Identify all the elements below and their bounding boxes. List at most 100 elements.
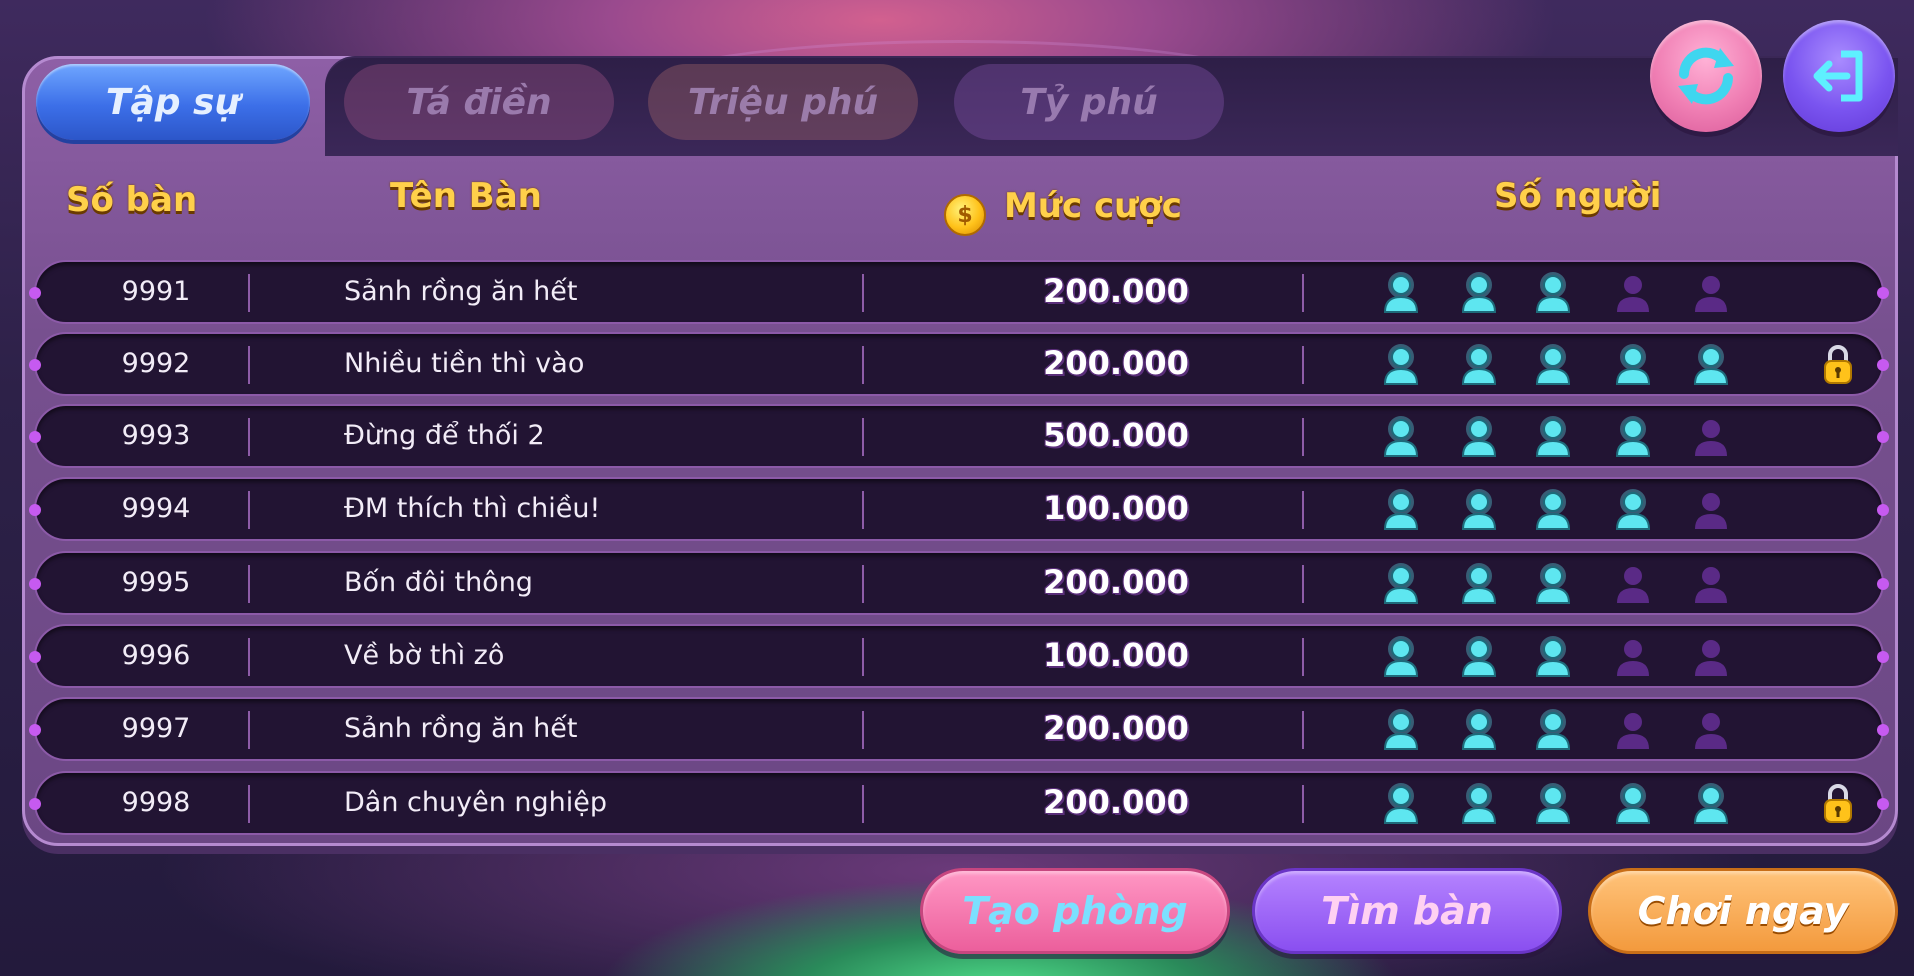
tab-ta-dien[interactable]: Tá điền bbox=[344, 64, 614, 140]
exit-button[interactable] bbox=[1783, 20, 1895, 132]
bet-amount: 200.000 bbox=[1043, 783, 1189, 821]
table-row[interactable]: 9994 ĐM thích thì chiều! 100.000 bbox=[29, 477, 1889, 541]
table-row[interactable]: 9993 Đừng để thối 2 500.000 bbox=[29, 404, 1889, 468]
player-empty-icon bbox=[1686, 412, 1736, 462]
column-divider bbox=[1302, 565, 1304, 603]
column-divider bbox=[862, 418, 864, 456]
column-divider bbox=[248, 638, 250, 676]
player-filled-icon bbox=[1528, 632, 1578, 682]
player-empty-icon bbox=[1608, 268, 1658, 318]
column-divider bbox=[248, 565, 250, 603]
table-name: Đừng để thối 2 bbox=[344, 420, 545, 451]
player-filled-icon bbox=[1454, 412, 1504, 462]
create-room-button[interactable]: Tạo phòng bbox=[920, 868, 1230, 954]
row-dot-right bbox=[1877, 798, 1889, 810]
player-slots bbox=[1376, 340, 1796, 392]
column-divider bbox=[862, 638, 864, 676]
row-dot-left bbox=[29, 287, 41, 299]
column-divider bbox=[248, 274, 250, 312]
row-dot-left bbox=[29, 651, 41, 663]
table-number: 9998 bbox=[121, 787, 191, 818]
column-divider bbox=[248, 346, 250, 384]
row-dot-right bbox=[1877, 578, 1889, 590]
player-filled-icon bbox=[1528, 340, 1578, 390]
player-filled-icon bbox=[1528, 485, 1578, 535]
column-divider bbox=[862, 565, 864, 603]
header-bet-amount: Mức cược bbox=[1004, 186, 1182, 226]
player-slots bbox=[1376, 485, 1796, 537]
table-name: ĐM thích thì chiều! bbox=[344, 493, 601, 524]
player-empty-icon bbox=[1686, 632, 1736, 682]
bet-amount: 200.000 bbox=[1043, 344, 1189, 382]
refresh-icon bbox=[1678, 47, 1734, 105]
player-filled-icon bbox=[1376, 779, 1426, 829]
player-filled-icon bbox=[1454, 268, 1504, 318]
player-filled-icon bbox=[1528, 559, 1578, 609]
header-table-number: Số bàn bbox=[66, 180, 198, 220]
column-divider bbox=[1302, 418, 1304, 456]
player-filled-icon bbox=[1376, 412, 1426, 462]
player-slots bbox=[1376, 632, 1796, 684]
column-divider bbox=[862, 711, 864, 749]
column-divider bbox=[862, 346, 864, 384]
player-filled-icon bbox=[1376, 485, 1426, 535]
player-filled-icon bbox=[1454, 559, 1504, 609]
player-filled-icon bbox=[1686, 779, 1736, 829]
table-row[interactable]: 9991 Sảnh rồng ăn hết 200.000 bbox=[29, 260, 1889, 324]
row-dot-left bbox=[29, 359, 41, 371]
player-filled-icon bbox=[1528, 705, 1578, 755]
player-empty-icon bbox=[1686, 559, 1736, 609]
bet-amount: 200.000 bbox=[1043, 272, 1189, 310]
lock-icon bbox=[1822, 344, 1854, 386]
row-dot-right bbox=[1877, 359, 1889, 371]
table-number: 9993 bbox=[121, 420, 191, 451]
column-divider bbox=[248, 418, 250, 456]
player-filled-icon bbox=[1528, 412, 1578, 462]
player-filled-icon bbox=[1376, 705, 1426, 755]
play-now-button[interactable]: Chơi ngay bbox=[1588, 868, 1898, 954]
table-row[interactable]: 9995 Bốn đôi thông 200.000 bbox=[29, 551, 1889, 615]
column-divider bbox=[1302, 491, 1304, 529]
player-filled-icon bbox=[1686, 340, 1736, 390]
bet-amount: 200.000 bbox=[1043, 709, 1189, 747]
bet-amount: 100.000 bbox=[1043, 636, 1189, 674]
row-dot-right bbox=[1877, 651, 1889, 663]
column-divider bbox=[248, 711, 250, 749]
tab-ty-phu[interactable]: Tỷ phú bbox=[954, 64, 1224, 140]
player-filled-icon bbox=[1454, 705, 1504, 755]
player-slots bbox=[1376, 412, 1796, 464]
player-filled-icon bbox=[1454, 485, 1504, 535]
refresh-button[interactable] bbox=[1650, 20, 1762, 132]
bet-amount: 500.000 bbox=[1043, 416, 1189, 454]
player-empty-icon bbox=[1686, 268, 1736, 318]
player-empty-icon bbox=[1608, 705, 1658, 755]
table-name: Bốn đôi thông bbox=[344, 567, 533, 598]
player-empty-icon bbox=[1608, 632, 1658, 682]
column-divider bbox=[248, 785, 250, 823]
table-row[interactable]: 9996 Về bờ thì zô 100.000 bbox=[29, 624, 1889, 688]
table-name: Dân chuyên nghiệp bbox=[344, 787, 607, 818]
tab-tap-su[interactable]: Tập sự bbox=[36, 64, 310, 140]
find-table-button[interactable]: Tìm bàn bbox=[1252, 868, 1562, 954]
player-filled-icon bbox=[1454, 779, 1504, 829]
player-slots bbox=[1376, 559, 1796, 611]
exit-icon bbox=[1813, 50, 1863, 102]
table-number: 9991 bbox=[121, 276, 191, 307]
tab-trieu-phu[interactable]: Triệu phú bbox=[648, 64, 918, 140]
table-number: 9996 bbox=[121, 640, 191, 671]
table-number: 9997 bbox=[121, 713, 191, 744]
table-name: Sảnh rồng ăn hết bbox=[344, 276, 578, 307]
bet-amount: 100.000 bbox=[1043, 489, 1189, 527]
player-slots bbox=[1376, 705, 1796, 757]
table-row[interactable]: 9998 Dân chuyên nghiệp 200.000 bbox=[29, 771, 1889, 835]
lock-icon bbox=[1822, 783, 1854, 825]
row-dot-left bbox=[29, 578, 41, 590]
table-row[interactable]: 9992 Nhiều tiền thì vào 200.000 bbox=[29, 332, 1889, 396]
row-dot-right bbox=[1877, 504, 1889, 516]
table-name: Về bờ thì zô bbox=[344, 640, 505, 671]
player-slots bbox=[1376, 268, 1796, 320]
player-filled-icon bbox=[1454, 340, 1504, 390]
column-divider bbox=[248, 491, 250, 529]
table-row[interactable]: 9997 Sảnh rồng ăn hết 200.000 bbox=[29, 697, 1889, 761]
row-dot-left bbox=[29, 798, 41, 810]
